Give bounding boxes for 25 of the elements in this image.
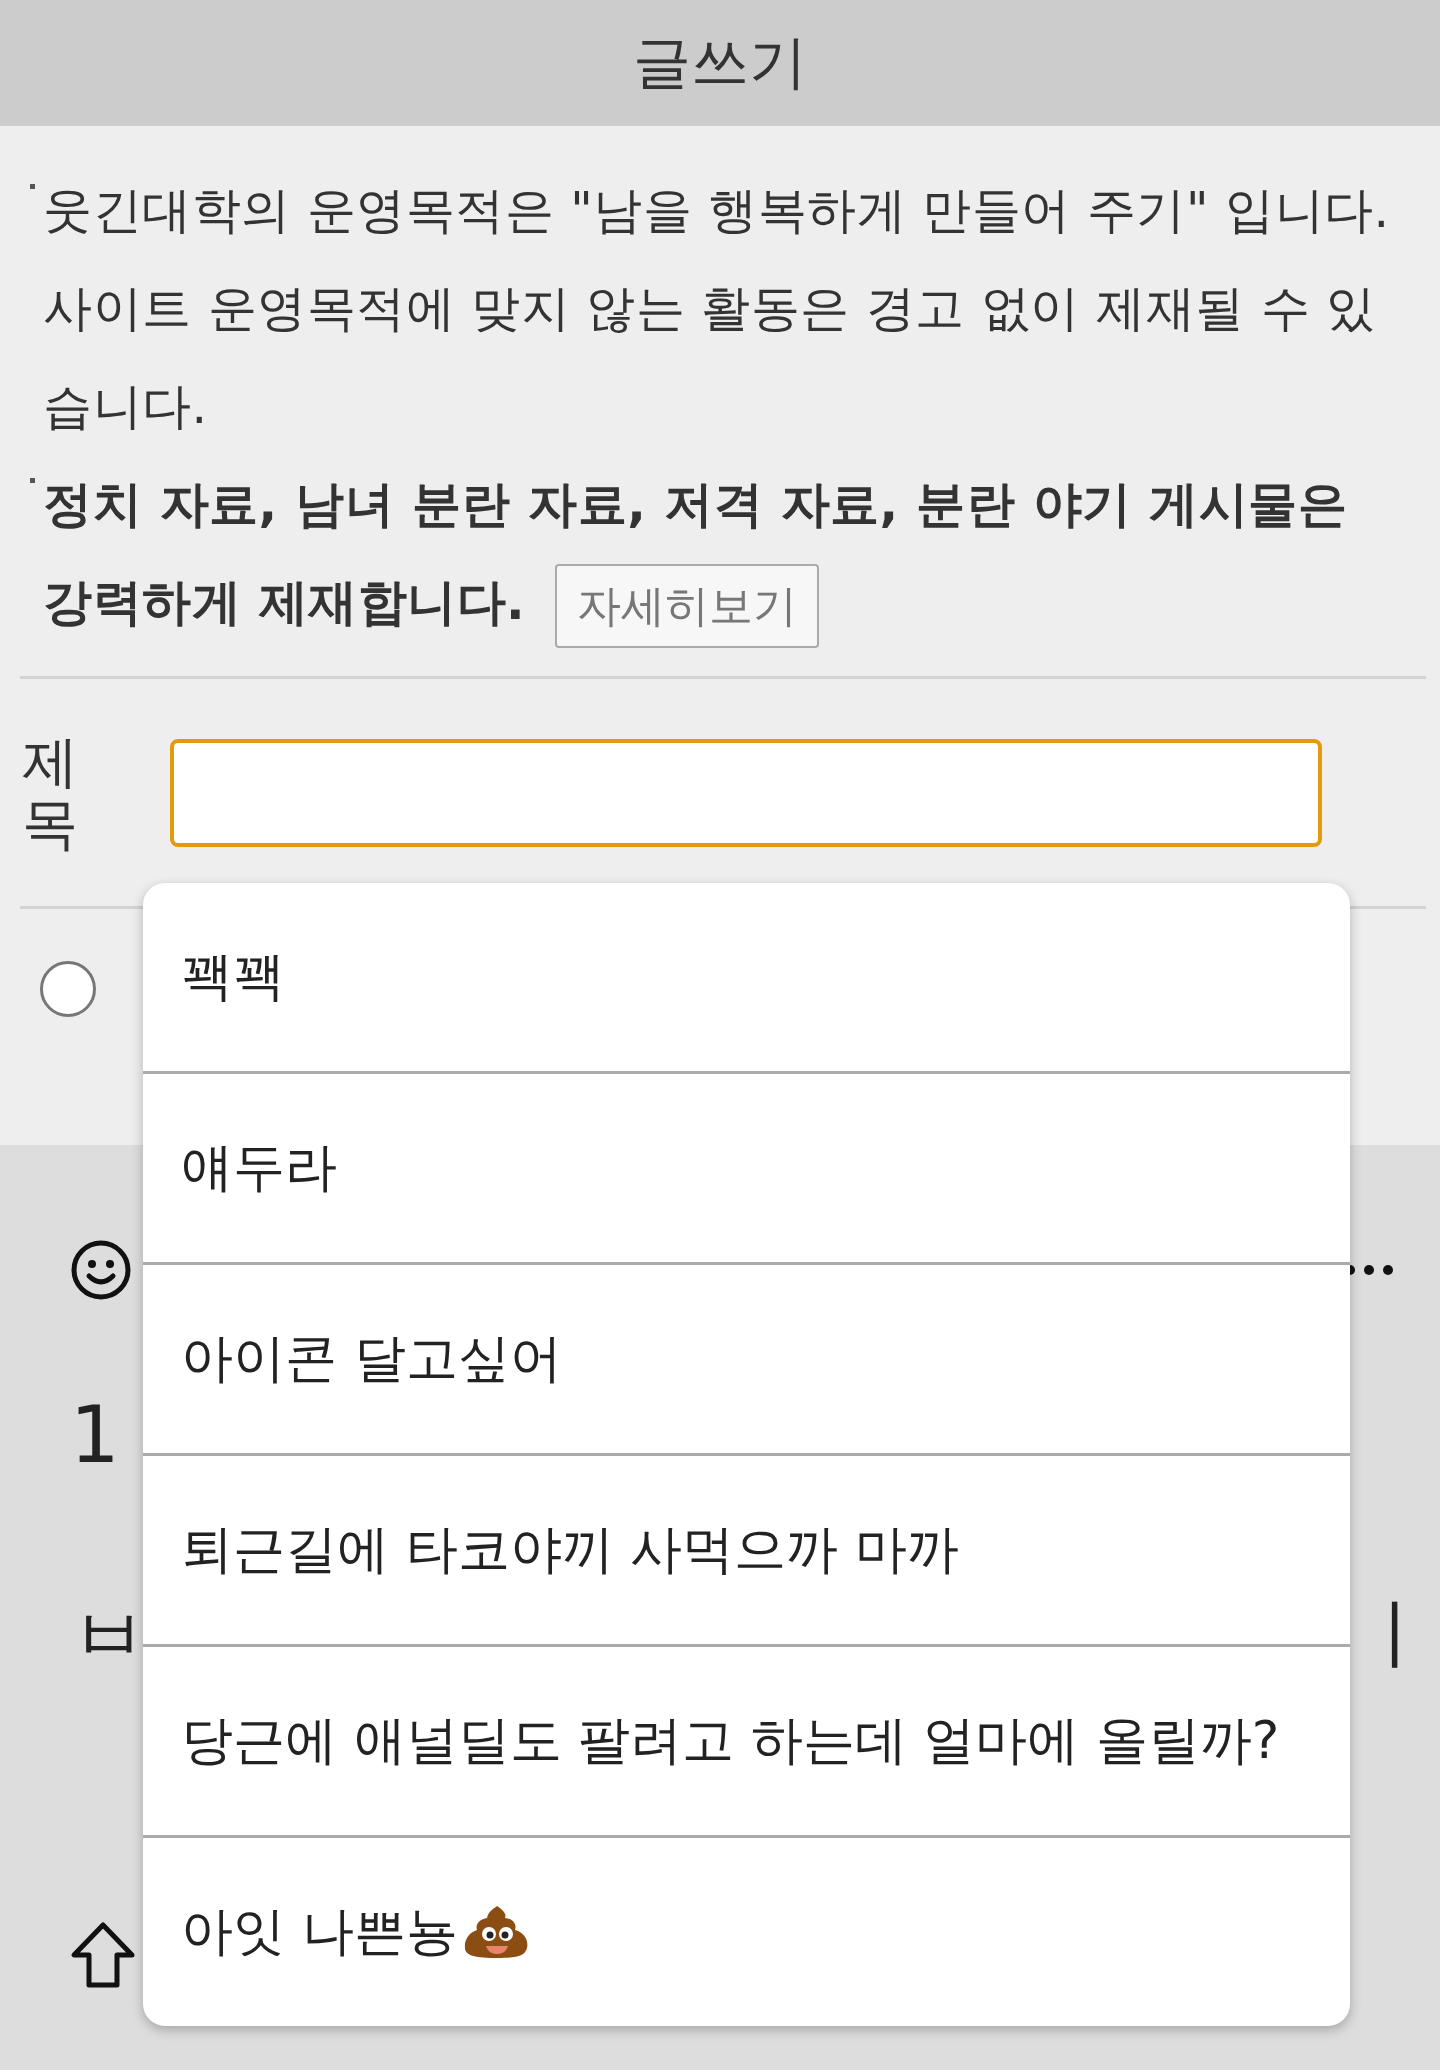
suggestion-item[interactable]: 아이콘 달고싶어 <box>143 1262 1350 1453</box>
suggestion-item[interactable]: 얘두라 <box>143 1071 1350 1262</box>
bullet-icon <box>30 184 35 189</box>
suggestion-text: 얘두라 <box>181 1136 337 1199</box>
suggestion-item[interactable]: 꽥꽥 <box>143 883 1350 1071</box>
details-button[interactable]: 자세히보기 <box>555 563 820 648</box>
shift-icon[interactable] <box>70 1921 136 1989</box>
bullet-icon <box>30 478 35 483</box>
suggestion-item[interactable]: 퇴근길에 타코야끼 사먹으까 마까 <box>143 1453 1350 1644</box>
keyboard-key[interactable]: ㅣ <box>1356 1596 1434 1674</box>
smiley-icon[interactable] <box>70 1239 132 1301</box>
title-label: 제목 <box>22 730 78 855</box>
radio-button[interactable] <box>40 961 96 1017</box>
suggestion-text: 아이콘 달고싶어 <box>181 1327 562 1390</box>
title-field[interactable] <box>170 738 1322 847</box>
notice-text: 정치 자료, 남녀 분란 자료, 저격 자료, 분란 야기 게시물은 강력하게 제재합니다. 자세히보기 <box>43 456 1414 652</box>
suggestion-text: 아잇 나쁜뇽 <box>181 1900 458 1963</box>
suggestion-text: 당근에 애널딜도 팔려고 하는데 얼마에 올릴까? <box>181 1709 1280 1772</box>
suggestion-item[interactable]: 아잇 나쁜뇽 <box>143 1835 1350 2026</box>
suggestion-item[interactable]: 당근에 애널딜도 팔려고 하는데 얼마에 올릴까? <box>143 1644 1350 1835</box>
keyboard-key[interactable]: 1 <box>70 1396 120 1474</box>
suggestion-text: 퇴근길에 타코야끼 사먹으까 마까 <box>181 1518 959 1581</box>
notice-text: 웃긴대학의 운영목적은 "남을 행복하게 만들어 주기" 입니다. 사이트 운영목적에 맞지 않는 활동은 경고 없이 제재될 수 있습니다. <box>43 181 1391 437</box>
suggestion-text: 꽥꽥 <box>181 945 285 1008</box>
page-title: 글쓰기 <box>633 27 807 98</box>
